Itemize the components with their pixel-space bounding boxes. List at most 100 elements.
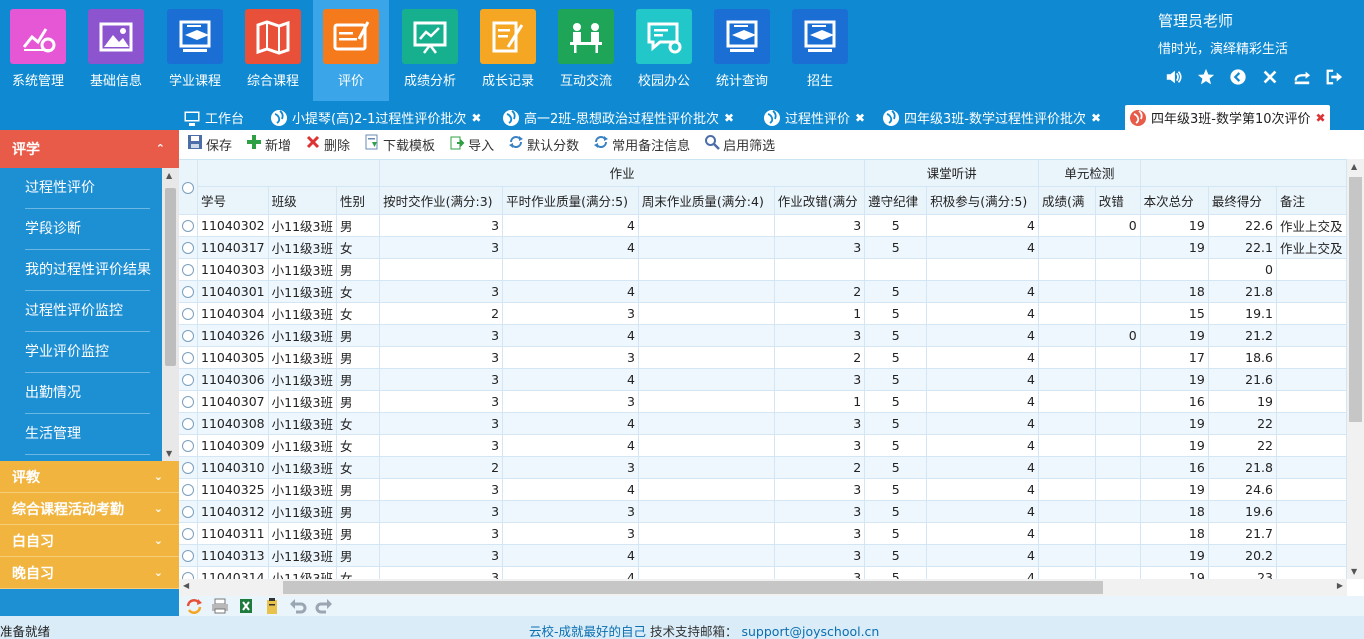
toolbar-button[interactable]: 导入 xyxy=(449,134,494,154)
cell-c5[interactable]: 5 xyxy=(864,368,928,391)
tab-0[interactable]: 工作台 xyxy=(183,105,244,130)
cell-c7[interactable] xyxy=(1038,368,1096,391)
cell-c4[interactable]: 3 xyxy=(774,368,866,391)
toolbar-button[interactable]: 常用备注信息 xyxy=(593,134,690,154)
table-row[interactable]: 11040303 小11级3班男 0 xyxy=(179,258,1347,281)
cell-id[interactable]: 11040325 xyxy=(197,478,269,501)
module-6[interactable]: 成长记录 xyxy=(475,0,541,101)
redo-icon[interactable] xyxy=(313,597,335,615)
cell-c8[interactable] xyxy=(1095,478,1141,501)
cell-id[interactable]: 11040301 xyxy=(197,280,269,303)
cell-cls[interactable]: 小11级3班 xyxy=(268,544,337,567)
cell-c1[interactable]: 3 xyxy=(379,236,504,259)
cell-c7[interactable] xyxy=(1038,390,1096,413)
cell-total[interactable]: 18 xyxy=(1140,500,1209,523)
cell-sex[interactable]: 女 xyxy=(336,280,381,303)
cell-c3[interactable] xyxy=(638,412,775,435)
tab-close-icon[interactable]: ✖ xyxy=(1316,111,1326,125)
cell-c5[interactable]: 5 xyxy=(864,566,928,579)
sidebar-item[interactable]: 过程性评价 xyxy=(0,168,162,209)
cell-c7[interactable] xyxy=(1038,566,1096,579)
scroll-left-arrow-icon[interactable]: ◀ xyxy=(183,581,189,590)
cell-total[interactable]: 19 xyxy=(1140,412,1209,435)
sidebar-item[interactable]: 出勤情况 xyxy=(0,373,162,414)
star-icon[interactable] xyxy=(1194,66,1218,88)
module-8[interactable]: 校园办公 xyxy=(631,0,697,101)
cell-c1[interactable] xyxy=(379,258,504,281)
cell-c3[interactable] xyxy=(638,390,775,413)
toolbar-button[interactable]: 启用筛选 xyxy=(704,134,775,154)
sidebar-scroll-thumb[interactable] xyxy=(165,188,176,366)
cell-c8[interactable] xyxy=(1095,368,1141,391)
cell-final[interactable]: 23 xyxy=(1208,566,1277,579)
cell-total[interactable] xyxy=(1140,258,1209,281)
cell-sex[interactable]: 男 xyxy=(336,346,381,369)
cell-c2[interactable]: 4 xyxy=(502,280,639,303)
cell-cls[interactable]: 小11级3班 xyxy=(268,478,337,501)
grid-vscroll-thumb[interactable] xyxy=(1349,177,1362,422)
sidebar-group[interactable]: 白自习 ⌄ xyxy=(0,525,179,557)
column-header[interactable]: 积极参与(满分:5) xyxy=(926,186,1039,215)
cell-c6[interactable]: 4 xyxy=(926,368,1039,391)
cell-c6[interactable]: 4 xyxy=(926,522,1039,545)
table-row[interactable]: 11040307 小11级3班男 3 3 1 5 4 16 19 xyxy=(179,390,1347,413)
module-10[interactable]: 招生 xyxy=(787,0,853,101)
cell-c8[interactable] xyxy=(1095,346,1141,369)
table-row[interactable]: 11040311 小11级3班男 3 3 3 5 4 18 21.7 xyxy=(179,522,1347,545)
cell-id[interactable]: 11040317 xyxy=(197,236,269,259)
cell-cls[interactable]: 小11级3班 xyxy=(268,214,337,237)
cell-total[interactable]: 19 xyxy=(1140,544,1209,567)
cell-cls[interactable]: 小11级3班 xyxy=(268,368,337,391)
cell-c5[interactable]: 5 xyxy=(864,478,928,501)
cell-c2[interactable]: 3 xyxy=(502,346,639,369)
module-5[interactable]: 成绩分析 xyxy=(397,0,463,101)
select-all-cell[interactable] xyxy=(179,160,198,215)
cell-c5[interactable]: 5 xyxy=(864,500,928,523)
table-row[interactable]: 11040310 小11级3班女 2 3 2 5 4 16 21.8 xyxy=(179,456,1347,479)
cell-c2[interactable]: 3 xyxy=(502,390,639,413)
table-row[interactable]: 11040308 小11级3班女 3 4 3 5 4 19 22 xyxy=(179,412,1347,435)
cell-c2[interactable]: 4 xyxy=(502,566,639,579)
row-select-cell[interactable] xyxy=(179,302,198,325)
cell-sex[interactable]: 男 xyxy=(336,214,381,237)
sidebar-section-header[interactable]: 评学 ⌃ xyxy=(0,130,179,168)
cell-c2[interactable]: 3 xyxy=(502,456,639,479)
scroll-right-arrow-icon[interactable]: ▶ xyxy=(1337,581,1343,590)
tab-close-icon[interactable]: ✖ xyxy=(471,111,481,125)
cell-cls[interactable]: 小11级3班 xyxy=(268,236,337,259)
cell-note[interactable] xyxy=(1276,280,1347,303)
column-header[interactable]: 本次总分 xyxy=(1140,186,1209,215)
cell-c5[interactable]: 5 xyxy=(864,346,928,369)
table-row[interactable]: 11040304 小11级3班女 2 3 1 5 4 15 19.1 xyxy=(179,302,1347,325)
cell-id[interactable]: 11040326 xyxy=(197,324,269,347)
cell-id[interactable]: 11040302 xyxy=(197,214,269,237)
cell-note[interactable] xyxy=(1276,434,1347,457)
toolbar-button[interactable]: 删除 xyxy=(305,134,350,154)
cell-total[interactable]: 15 xyxy=(1140,302,1209,325)
cell-final[interactable]: 22 xyxy=(1208,434,1277,457)
column-header[interactable]: 性别 xyxy=(336,186,381,215)
cell-note[interactable] xyxy=(1276,544,1347,567)
table-row[interactable]: 11040301 小11级3班女 3 4 2 5 4 18 21.8 xyxy=(179,280,1347,303)
row-select-cell[interactable] xyxy=(179,258,198,281)
support-email-link[interactable]: support@joyschool.cn xyxy=(742,624,880,639)
cell-c3[interactable] xyxy=(638,522,775,545)
radio-icon[interactable] xyxy=(182,528,194,540)
cell-c1[interactable]: 3 xyxy=(379,544,504,567)
row-select-cell[interactable] xyxy=(179,214,198,237)
module-0[interactable]: 系统管理 xyxy=(5,0,71,101)
cell-c5[interactable]: 5 xyxy=(864,544,928,567)
cell-c2[interactable] xyxy=(502,258,639,281)
cell-c8[interactable]: 0 xyxy=(1095,324,1141,347)
cell-id[interactable]: 11040309 xyxy=(197,434,269,457)
cell-note[interactable] xyxy=(1276,258,1347,281)
cell-sex[interactable]: 男 xyxy=(336,544,381,567)
cell-note[interactable] xyxy=(1276,302,1347,325)
radio-icon[interactable] xyxy=(182,330,194,342)
cell-c1[interactable]: 3 xyxy=(379,566,504,579)
cell-final[interactable]: 22 xyxy=(1208,412,1277,435)
cell-c2[interactable]: 4 xyxy=(502,478,639,501)
cell-c3[interactable] xyxy=(638,258,775,281)
cell-c1[interactable]: 3 xyxy=(379,324,504,347)
cell-c4[interactable]: 3 xyxy=(774,522,866,545)
